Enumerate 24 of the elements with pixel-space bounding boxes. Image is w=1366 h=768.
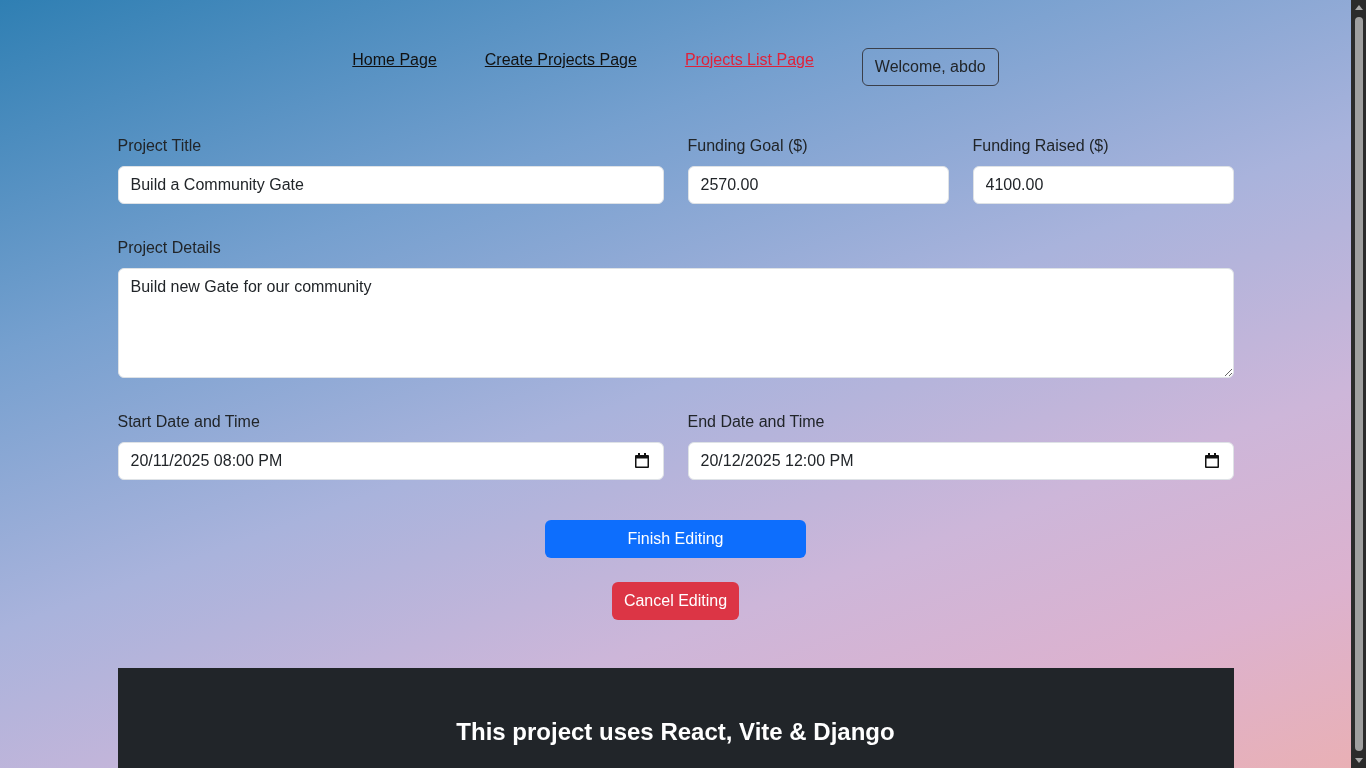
field-label: End Date and Time	[687, 412, 826, 432]
text-field[interactable]: 4100.00	[972, 166, 1234, 204]
scrollbar-thumb[interactable]	[1354, 17, 1363, 751]
submit-button[interactable]: Finish Editing	[545, 520, 806, 558]
cancel-button[interactable]: Cancel Editing	[611, 582, 740, 620]
text-area[interactable]: Build new Gate for our community	[117, 268, 1234, 378]
nav-link[interactable]: Home Page	[352, 48, 437, 72]
welcome-button[interactable]: Welcome, abdo	[861, 48, 999, 86]
scroll-up-arrow-icon[interactable]	[1354, 5, 1363, 10]
calendar-icon[interactable]	[1204, 453, 1219, 468]
field-label: Funding Raised ($)	[972, 136, 1110, 156]
nav-link[interactable]: Create Projects Page	[484, 48, 637, 72]
scrollbar[interactable]	[1351, 0, 1366, 768]
date-time-field[interactable]: 20/12/2025 12:00 PM	[687, 442, 1234, 480]
text-field[interactable]: 2570.00	[687, 166, 949, 204]
field-label: Funding Goal ($)	[687, 136, 809, 156]
text-field[interactable]: Build a Community Gate	[117, 166, 664, 204]
field-label: Start Date and Time	[117, 412, 261, 432]
calendar-icon[interactable]	[634, 453, 649, 468]
field-label: Project Details	[117, 238, 222, 258]
field-label: Project Title	[117, 136, 203, 156]
date-time-field[interactable]: 20/11/2025 08:00 PM	[117, 442, 664, 480]
scroll-down-arrow-icon[interactable]	[1354, 758, 1363, 763]
footer-text: This project uses React, Vite & Django	[456, 717, 895, 747]
